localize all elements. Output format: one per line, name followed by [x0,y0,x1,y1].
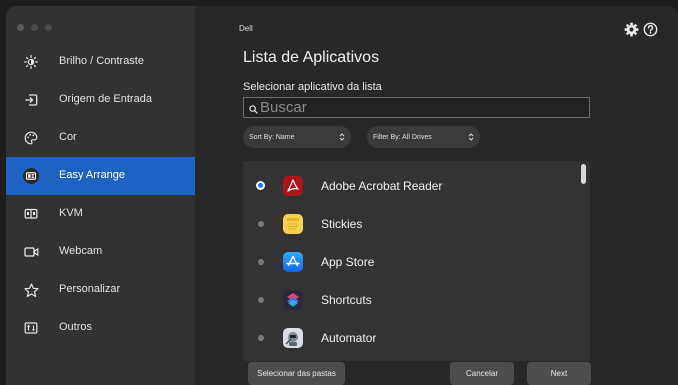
sidebar-item-outros[interactable]: Outros [6,309,195,347]
settings-gear-icon[interactable] [624,22,639,42]
sidebar-item-kvm[interactable]: KVM [6,195,195,233]
app-name: Adobe Acrobat Reader [321,179,443,193]
others-icon [23,320,39,336]
search-box [243,97,590,118]
list-item[interactable]: Stickies [243,205,578,243]
window-controls [17,24,52,31]
automator-icon [283,328,303,348]
chevron-up-down-icon [468,132,474,144]
app-name: Automator [321,331,377,345]
sidebar-item-origem-de-entrada[interactable]: Origem de Entrada [6,81,195,119]
app-name: Stickies [321,217,363,231]
sidebar-item-webcam[interactable]: Webcam [6,233,195,271]
shortcuts-icon [283,290,303,310]
sidebar-item-cor[interactable]: Cor [6,119,195,157]
list-item[interactable]: Adobe Acrobat Reader [243,167,578,205]
sidebar-nav: Brilho / Contraste Origem de Entrada Cor… [6,43,195,347]
star-icon [23,282,39,298]
list-item[interactable]: Shortcuts [243,281,578,319]
app-title: Dell [239,24,253,33]
sidebar-item-brilho-contraste[interactable]: Brilho / Contraste [6,43,195,81]
close-window-button[interactable] [17,24,24,31]
sidebar-item-personalizar[interactable]: Personalizar [6,271,195,309]
sidebar-item-label: Easy Arrange [59,169,126,181]
color-palette-icon [23,130,39,146]
filter-dropdown[interactable]: Filter By: All Drives [367,126,480,148]
app-list: Adobe Acrobat Reader Stickies App Store [243,161,590,361]
sidebar: Brilho / Contraste Origem de Entrada Cor… [6,6,195,385]
app-radio-button[interactable] [258,335,264,341]
app-name: Shortcuts [321,293,372,307]
search-icon [249,101,258,119]
help-icon[interactable] [643,22,658,42]
app-radio-button[interactable] [258,259,264,265]
zoom-window-button[interactable] [45,24,52,31]
sidebar-item-label: Outros [59,321,93,333]
search-input[interactable] [260,98,580,117]
kvm-icon [23,206,39,222]
header-icons [624,22,658,42]
sidebar-item-label: Cor [59,131,77,143]
stickies-icon [283,214,303,234]
sort-dropdown[interactable]: Sort By: Name [243,126,351,148]
list-scrollbar[interactable] [581,164,586,184]
app-radio-button[interactable] [258,183,263,188]
easy-arrange-icon [23,168,39,184]
page-title: Lista de Aplicativos [243,49,380,66]
section-label: Selecionar aplicativo da lista [243,81,382,93]
app-store-icon [283,252,303,272]
app-radio-button[interactable] [258,297,264,303]
next-button[interactable]: Next [527,362,591,385]
input-source-icon [23,92,39,108]
app-name: App Store [321,255,375,269]
sidebar-item-label: Webcam [59,245,103,257]
adobe-acrobat-icon [283,176,303,196]
sort-dropdown-label: Sort By: Name [249,133,295,141]
sidebar-item-easy-arrange[interactable]: Easy Arrange [6,157,195,195]
app-window: Brilho / Contraste Origem de Entrada Cor… [6,6,678,385]
list-item[interactable]: App Store [243,243,578,281]
filter-dropdown-label: Filter By: All Drives [373,133,432,141]
app-radio-button[interactable] [258,221,264,227]
select-from-folders-button[interactable]: Selecionar das pastas [248,362,345,385]
brightness-icon [23,54,39,70]
main-panel: Dell Lista de Aplicativos Selecionar apl… [195,6,678,385]
cancel-button[interactable]: Cancelar [450,362,514,385]
minimize-window-button[interactable] [31,24,38,31]
chevron-up-down-icon [339,132,345,144]
sidebar-item-label: Brilho / Contraste [59,55,144,67]
webcam-icon [23,244,39,260]
sidebar-item-label: KVM [59,207,83,219]
sidebar-item-label: Origem de Entrada [59,93,152,105]
list-item[interactable]: Automator [243,319,578,357]
sidebar-item-label: Personalizar [59,283,121,295]
